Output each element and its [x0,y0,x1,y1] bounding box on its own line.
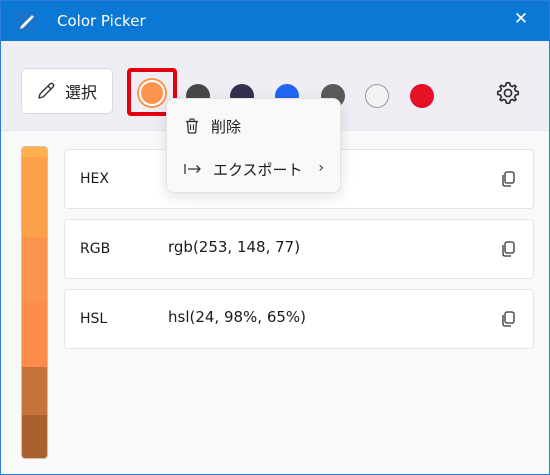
shade-segment[interactable] [22,147,47,157]
color-swatch[interactable] [410,84,434,108]
shade-segment[interactable] [22,237,47,302]
eyedropper-icon [38,82,55,99]
close-button[interactable]: ✕ [509,9,533,29]
shade-segment[interactable] [22,415,47,458]
copy-icon[interactable] [499,310,517,328]
rgb-value-card: RGB rgb(253, 148, 77) [64,219,534,279]
color-picker-window: Color Picker ✕ 選択 HEX RGB rgb(253, 148, … [0,0,550,475]
color-swatch[interactable] [365,84,389,108]
hex-label: HEX [80,171,109,187]
gear-icon [496,81,520,105]
shade-segment[interactable] [22,157,47,237]
hsl-value: hsl(24, 98%, 65%) [168,308,307,326]
title-bar: Color Picker ✕ [1,1,549,41]
pen-app-icon [15,9,39,33]
copy-icon[interactable] [499,170,517,188]
menu-item-delete[interactable]: 削除 [171,106,338,146]
trash-icon [186,118,198,134]
selected-color-fill [141,82,163,104]
rgb-value: rgb(253, 148, 77) [168,238,301,256]
color-shade-strip [21,146,48,459]
swatch-context-menu: 削除 エクスポート › [166,98,341,193]
hsl-label: HSL [80,311,108,327]
rgb-label: RGB [80,241,111,257]
menu-item-export[interactable]: エクスポート › [171,149,338,189]
settings-button[interactable] [495,80,523,108]
shade-segment[interactable] [22,302,47,367]
shade-segment[interactable] [22,367,47,415]
hsl-value-card: HSL hsl(24, 98%, 65%) [64,289,534,349]
selected-color-swatch[interactable] [137,78,167,108]
export-arrow-icon [184,164,201,174]
menu-item-export-label: エクスポート [213,160,303,179]
select-button-label: 選択 [65,83,98,102]
menu-item-delete-label: 削除 [211,117,242,136]
chevron-right-icon: › [318,160,324,176]
window-title: Color Picker [57,12,146,30]
copy-icon[interactable] [499,240,517,258]
select-button[interactable]: 選択 [21,68,113,114]
